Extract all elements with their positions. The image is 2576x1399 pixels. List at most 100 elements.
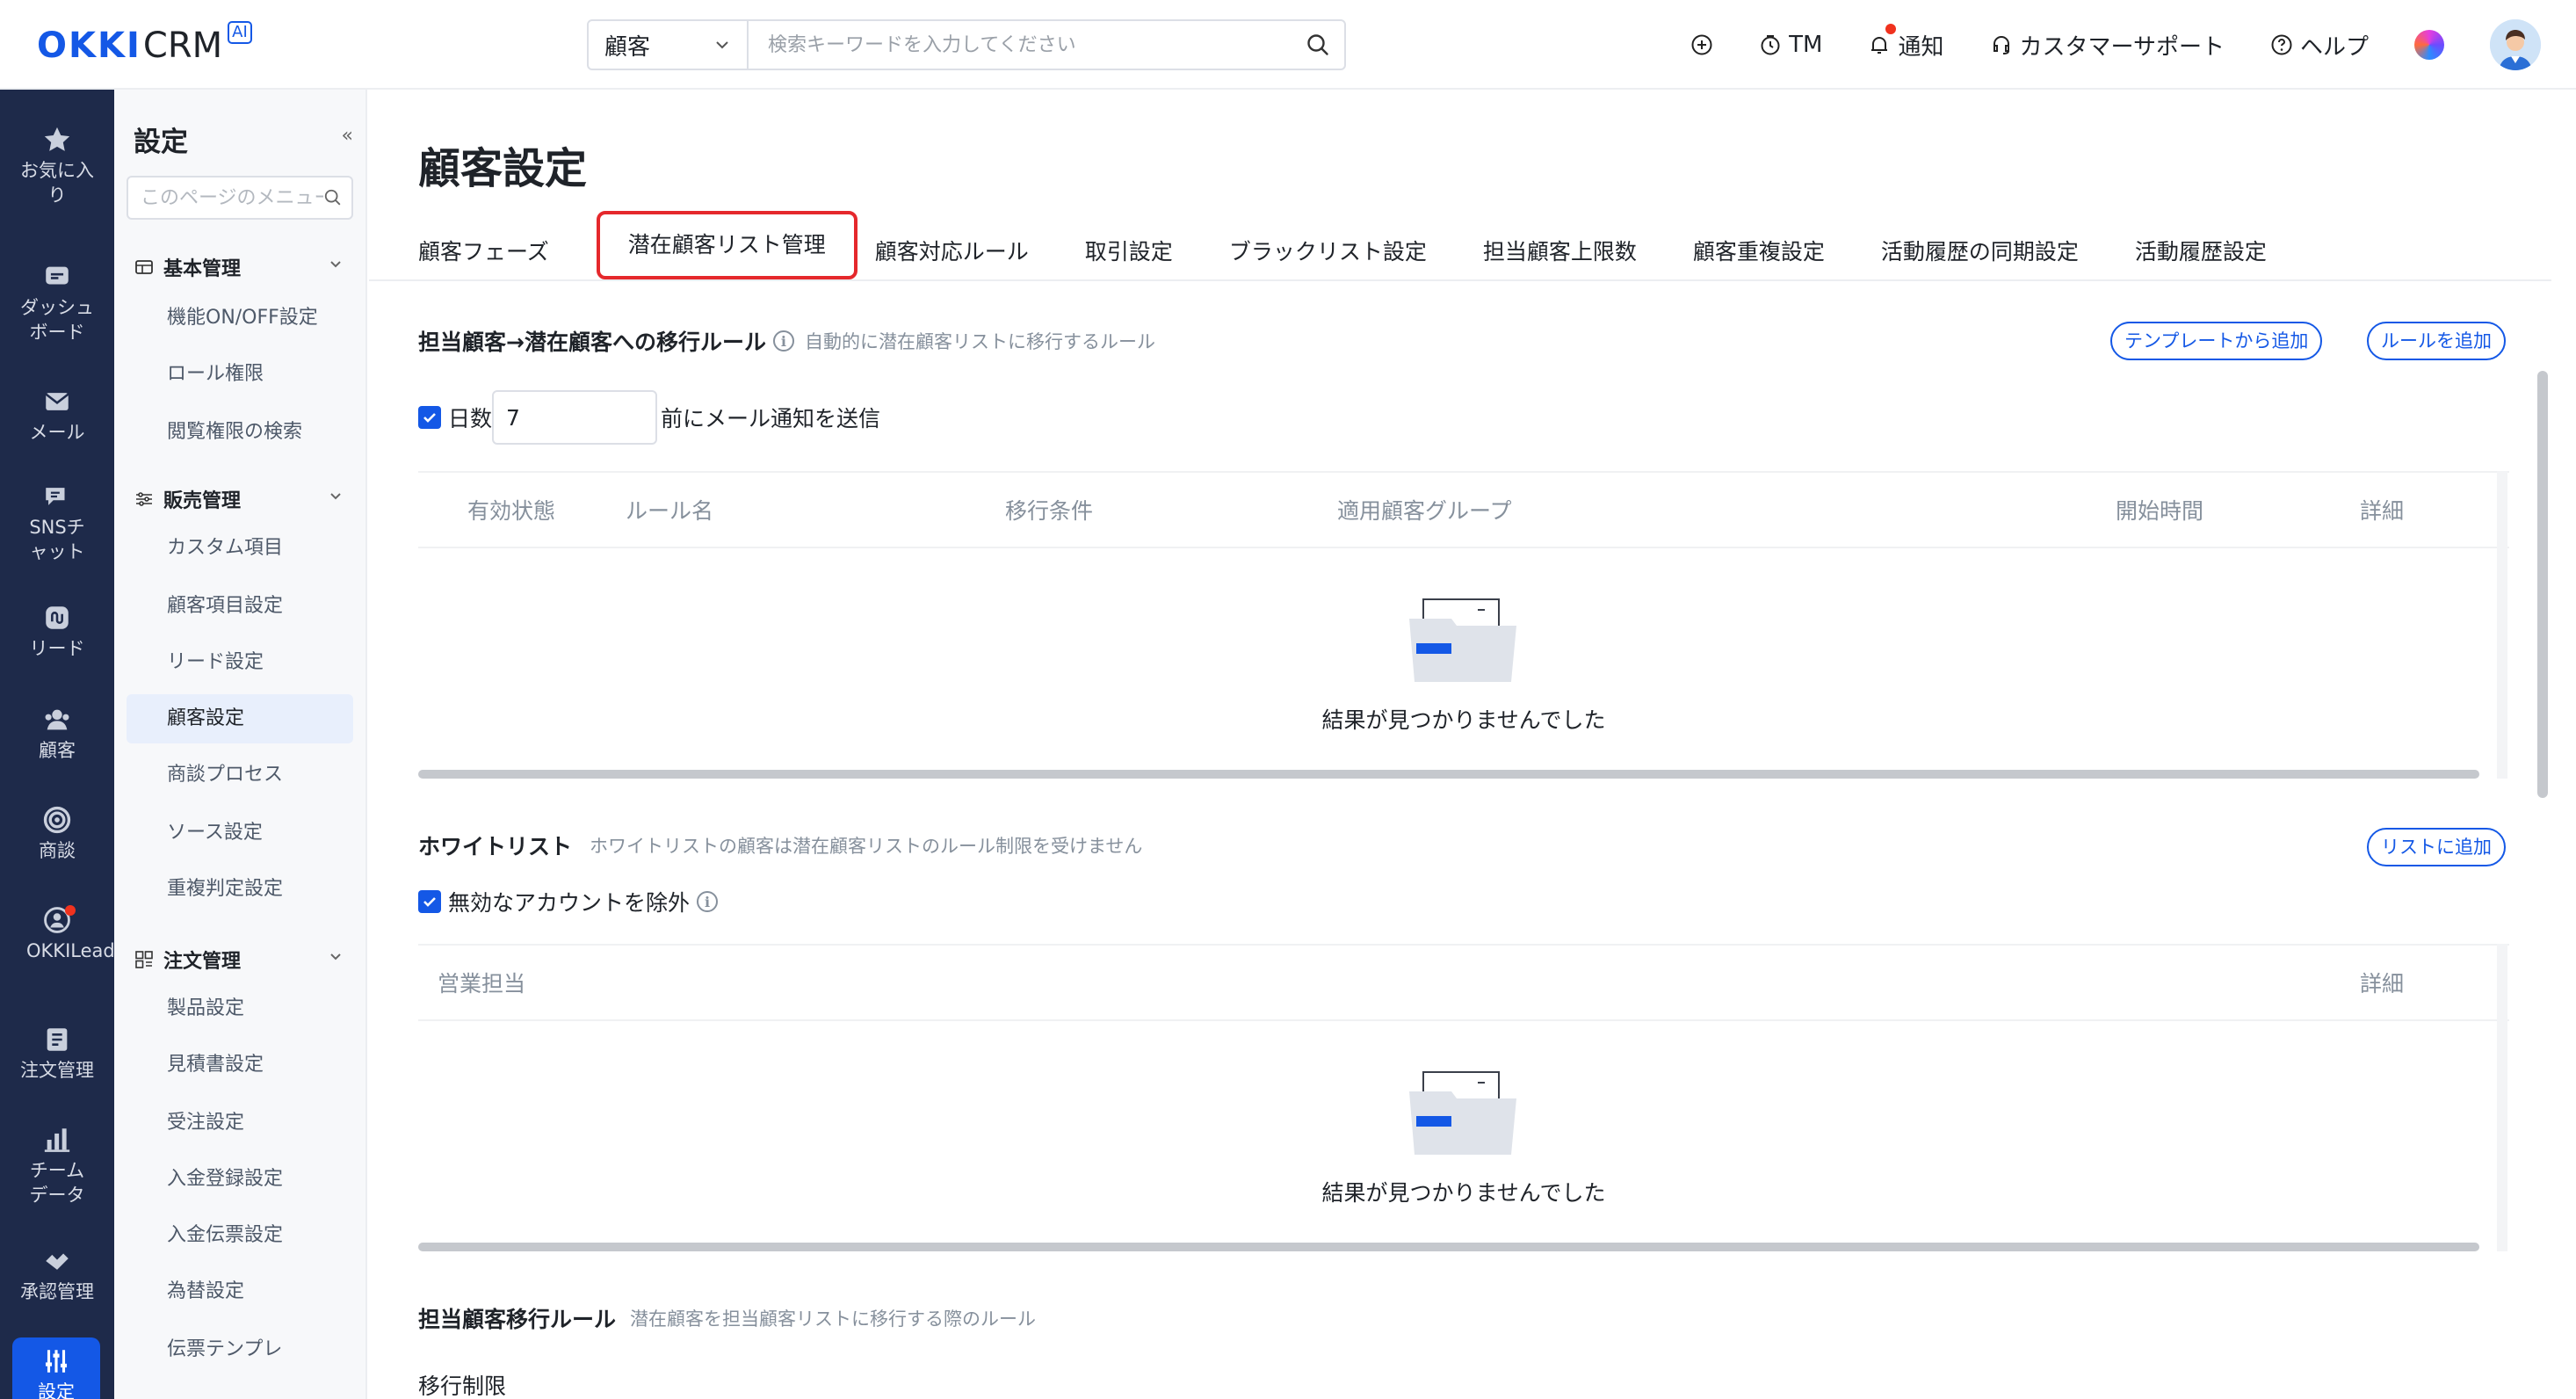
submenu-item[interactable]: 入金伝票設定 — [127, 1211, 353, 1260]
tab-duplicate-settings[interactable]: 顧客重複設定 — [1693, 221, 1825, 283]
submenu-group-orders[interactable]: 注文管理 — [134, 946, 353, 974]
info-icon[interactable]: i — [697, 891, 719, 912]
submenu-item[interactable]: 受注設定 — [127, 1098, 353, 1148]
top-actions: TM 通知 カスタマーサポート ヘルプ — [1645, 0, 2541, 90]
search-button[interactable] — [1292, 21, 1344, 69]
section-assign-rule-title: 担当顧客移行ルール 潜在顧客を担当顧客リストに移行する際のルール — [418, 1302, 1036, 1334]
col-customer-group: 適用顧客グループ — [1337, 498, 1512, 524]
rail-item-deals[interactable]: 商談 — [0, 805, 114, 863]
col-detail: 詳細 — [2360, 498, 2405, 524]
chevron-down-icon — [330, 493, 341, 500]
submenu-group-sales[interactable]: 販売管理 — [134, 485, 353, 513]
table-vertical-scrollbar[interactable] — [2497, 944, 2507, 1251]
transfer-limit-label: 移行制限 — [418, 1374, 507, 1395]
ai-assistant-icon[interactable] — [2414, 30, 2444, 60]
chevron-down-icon — [330, 261, 341, 268]
tab-customer-limit[interactable]: 担当顧客上限数 — [1483, 221, 1637, 283]
rail-item-sns-chat[interactable]: SNSチャット — [0, 482, 114, 564]
add-rule-button[interactable]: ルールを追加 — [2367, 322, 2506, 360]
help-button[interactable]: ヘルプ — [2270, 29, 2369, 62]
tm-label: TM — [1789, 32, 1823, 58]
search-scope-value: 顧客 — [604, 33, 651, 61]
days-notify-row: 日数 前にメール通知を送信 — [418, 390, 880, 445]
plus-circle-icon — [1691, 34, 1712, 55]
rail-item-mail[interactable]: メール — [0, 387, 114, 445]
page-scrollbar[interactable] — [2537, 371, 2548, 798]
rail-item-customers[interactable]: 顧客 — [0, 705, 114, 763]
tab-activity-sync[interactable]: 活動履歴の同期設定 — [1881, 221, 2079, 283]
rail-item-okki-leads[interactable]: OKKILeads — [0, 905, 125, 963]
submenu-item[interactable]: 機能ON/OFF設定 — [127, 294, 353, 343]
submenu-item[interactable]: ソース設定 — [127, 808, 353, 858]
avatar[interactable] — [2490, 19, 2541, 70]
days-checkbox[interactable] — [418, 406, 441, 429]
submenu-item[interactable]: ロール権限 — [127, 350, 353, 399]
page-title: 顧客設定 — [418, 144, 588, 193]
add-to-whitelist-button[interactable]: リストに追加 — [2367, 828, 2506, 866]
tab-potential-list-active[interactable]: 潜在顧客リスト管理 — [596, 211, 857, 279]
headset-icon — [1993, 36, 2009, 54]
sliders-icon — [136, 492, 152, 506]
submenu-item[interactable]: 製品設定 — [127, 984, 353, 1033]
search-icon[interactable] — [323, 188, 343, 207]
exclude-invalid-label: 無効なアカウントを除外 — [448, 890, 691, 916]
rail-item-approvals[interactable]: 承認管理 — [0, 1246, 114, 1304]
collapse-submenu-button[interactable]: « — [342, 125, 353, 147]
submenu-search-input[interactable] — [141, 186, 323, 209]
submenu-item[interactable]: 為替設定 — [127, 1267, 353, 1316]
submenu-item[interactable]: 重複判定設定 — [127, 865, 353, 914]
tab-trade-settings[interactable]: 取引設定 — [1085, 221, 1173, 283]
submenu-item[interactable]: 伝票テンプレ — [127, 1325, 353, 1374]
rail-item-settings[interactable]: 設定 — [12, 1337, 100, 1399]
tab-response-rules[interactable]: 顧客対応ルール — [875, 221, 1029, 283]
tab-customer-phase[interactable]: 顧客フェーズ — [418, 221, 549, 283]
rail-item-orders[interactable]: 注文管理 — [0, 1025, 114, 1083]
rail-label: 商談 — [39, 840, 76, 861]
tab-activity-settings[interactable]: 活動履歴設定 — [2135, 221, 2267, 283]
submenu-item[interactable]: 顧客項目設定 — [127, 582, 353, 631]
col-start-time: 開始時間 — [2116, 498, 2204, 524]
submenu-item[interactable]: 見積書設定 — [127, 1040, 353, 1090]
exclude-invalid-checkbox[interactable] — [418, 890, 441, 913]
star-icon — [44, 127, 70, 151]
rail-label: メール — [29, 422, 85, 443]
horizontal-scrollbar[interactable] — [418, 770, 2479, 779]
search-scope-select[interactable]: 顧客 — [589, 21, 749, 69]
submenu-item[interactable]: 閲覧権限の検索 — [127, 408, 353, 457]
support-button[interactable]: カスタマーサポート — [1990, 29, 2225, 62]
rail-item-dashboard[interactable]: ダッシュボード — [0, 262, 114, 344]
submenu-group-basic[interactable]: 基本管理 — [134, 253, 353, 281]
table-vertical-scrollbar[interactable] — [2497, 471, 2507, 779]
submenu-item[interactable]: リード設定 — [127, 638, 353, 687]
notification-dot — [1885, 23, 1897, 34]
table-header: 営業担当 詳細 — [418, 944, 2509, 1021]
notification-button[interactable]: 通知 — [1868, 23, 1944, 62]
submenu-item-active[interactable]: 顧客設定 — [127, 694, 353, 743]
clock-icon — [1761, 35, 1780, 55]
info-icon[interactable]: i — [772, 330, 794, 352]
days-input[interactable] — [492, 390, 658, 445]
okki-leads-dot — [65, 905, 76, 916]
submenu-item[interactable]: 商談プロセス — [127, 750, 353, 800]
rail-item-leads[interactable]: リード — [0, 603, 114, 661]
tab-blacklist[interactable]: ブラックリスト設定 — [1229, 221, 1427, 283]
approval-icon — [46, 1253, 69, 1270]
search-input[interactable] — [749, 21, 1292, 69]
submenu-item[interactable]: カスタム項目 — [127, 524, 353, 573]
global-search: 顧客 — [587, 19, 1346, 70]
rail-label: ダッシュボード — [20, 297, 94, 343]
empty-state: 結果が見つかりませんでした — [418, 548, 2509, 770]
section-desc: 潜在顧客を担当顧客リストに移行する際のルール — [630, 1308, 1037, 1330]
tm-button[interactable]: TM — [1759, 32, 1822, 58]
help-label: ヘルプ — [2299, 33, 2369, 61]
horizontal-scrollbar[interactable] — [418, 1243, 2479, 1251]
submenu-group-label: 基本管理 — [163, 258, 242, 280]
add-from-template-button[interactable]: テンプレートから追加 — [2110, 322, 2323, 360]
support-label: カスタマーサポート — [2019, 33, 2225, 61]
submenu-search — [127, 176, 353, 220]
rail-item-favorites[interactable]: お気に入り — [0, 125, 114, 207]
add-button[interactable] — [1690, 33, 1713, 56]
submenu-item[interactable]: 入金登録設定 — [127, 1155, 353, 1204]
rail-item-team-data[interactable]: チームデータ — [0, 1125, 114, 1207]
app-logo[interactable]: OKKI CRM AI — [37, 21, 252, 70]
